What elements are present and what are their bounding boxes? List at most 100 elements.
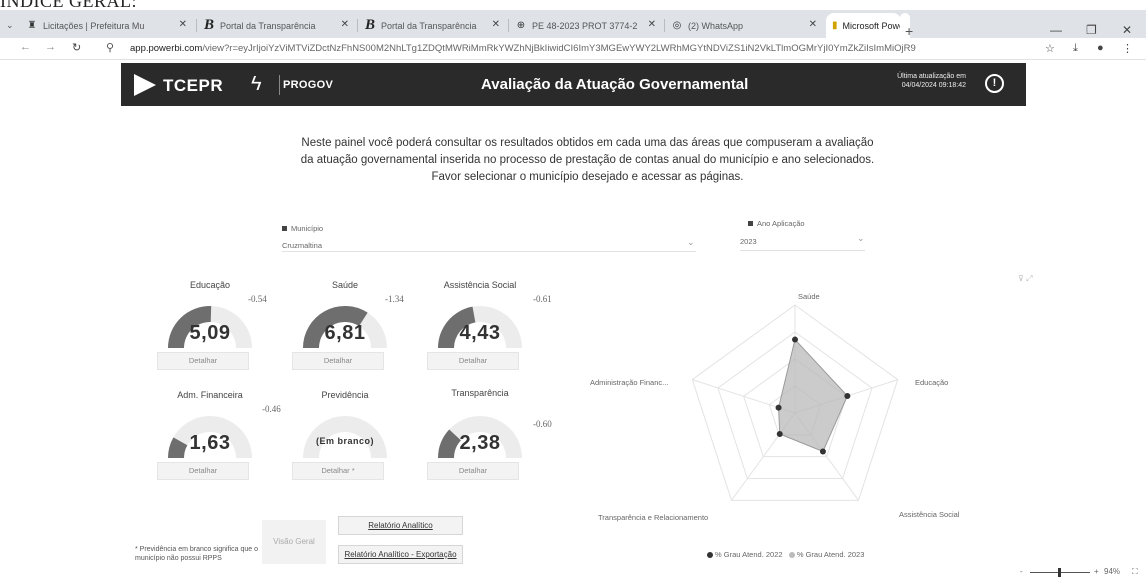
new-tab-icon[interactable]: + <box>905 23 913 39</box>
intro-text: Neste painel você poderá consultar os re… <box>245 135 930 186</box>
gauge-title: Transparência <box>451 388 509 398</box>
tab-whatsapp[interactable]: ◎ (2) WhatsApp ✕ <box>665 13 825 38</box>
slicer-label-text: Ano Aplicação <box>757 219 805 228</box>
ano-slicer[interactable]: 2023 <box>740 237 757 246</box>
report-title: Avaliação da Atuação Governamental <box>481 76 749 93</box>
detalhar-button[interactable]: Detalhar * <box>292 462 384 480</box>
last-update: Última atualização em 04/04/2024 09:18:4… <box>856 72 966 90</box>
radar-point[interactable] <box>775 404 782 411</box>
tab-licitacoes[interactable]: ♜ Licitações | Prefeitura Mu ✕ <box>20 13 195 38</box>
zoom-level: 94% <box>1104 567 1121 576</box>
gauge-value: 4,43 <box>459 322 501 344</box>
intro-line: Favor selecionar o município desejado e … <box>431 171 744 183</box>
tab-label: Microsoft Power BI <box>842 20 901 31</box>
tab-label: Portal da Transparência <box>220 20 316 31</box>
last-update-value: 04/04/2024 09:18:42 <box>901 82 966 89</box>
close-icon[interactable]: ✕ <box>648 19 656 30</box>
legend-dot-2023 <box>788 552 795 559</box>
close-icon[interactable]: ✕ <box>809 19 817 30</box>
gauge-delta: -0.61 <box>533 294 552 304</box>
menu-icon[interactable]: ⋮ <box>1122 42 1133 55</box>
url-field[interactable]: app.powerbi.com/view?r=eyJrIjoiYzViMTViZ… <box>130 40 920 57</box>
tcepr-logo-icon <box>134 74 156 96</box>
close-icon[interactable]: ✕ <box>492 19 500 30</box>
detalhar-button[interactable]: Detalhar <box>427 462 519 480</box>
detalhar-button[interactable]: Detalhar <box>292 352 384 370</box>
minimize-icon[interactable]: — <box>1050 23 1062 37</box>
fit-page-icon[interactable]: ⛶ <box>1132 567 1138 577</box>
radar-axis-label: Educação <box>915 378 949 387</box>
whatsapp-icon: ◎ <box>672 20 682 31</box>
detalhar-button[interactable]: Detalhar <box>157 352 249 370</box>
filter-icon[interactable]: ⊽ ⤢ <box>1018 274 1032 284</box>
ano-slicer-label: Ano Aplicação <box>748 219 805 228</box>
download-icon[interactable]: ⤓ <box>1073 42 1078 55</box>
legend-dot-2022 <box>707 552 713 559</box>
tab-label: Portal da Transparência <box>381 20 477 31</box>
radar-point[interactable] <box>776 430 783 437</box>
window-close-icon[interactable]: ✕ <box>1122 23 1132 37</box>
info-icon[interactable]: ! <box>985 74 1004 93</box>
radar-axis-label: Administração Financ... <box>590 378 669 387</box>
maximize-icon[interactable]: ❐ <box>1086 23 1097 37</box>
radar-point[interactable] <box>844 392 851 399</box>
brand-progov: PROGOV <box>283 79 334 91</box>
detalhar-button[interactable]: Detalhar <box>157 462 249 480</box>
last-update-label: Última atualização em <box>897 73 966 80</box>
radar-axis-label: Saúde <box>798 292 820 301</box>
report-header: TCEPR ϟ PROGOV Avaliação da Atuação Gove… <box>121 63 1026 106</box>
powerbi-icon: ▮ <box>832 20 838 31</box>
tab-label: (2) WhatsApp <box>688 20 744 31</box>
zoom-out-icon[interactable]: - <box>1020 567 1023 576</box>
municipio-slicer-label: Município <box>282 224 323 233</box>
tab-pe-48-2023[interactable]: ⊕ PE 48-2023 PROT 3774-2 ✕ <box>509 13 664 38</box>
brand-name: TCEPR <box>163 76 224 95</box>
detalhar-button[interactable]: Detalhar <box>427 352 519 370</box>
site-info-icon[interactable]: ⚲ <box>106 41 114 54</box>
url-host: app.powerbi.com <box>130 43 203 54</box>
radar-axis-label: Assistência Social <box>899 510 960 519</box>
gauge-arc <box>303 416 387 458</box>
relatorio-analitico-button[interactable]: Relatório Analítico <box>338 516 463 535</box>
radar-axis-label: Transparência e Relacionamento <box>598 513 709 522</box>
close-icon[interactable]: ✕ <box>341 19 349 30</box>
globe-icon: ⊕ <box>516 20 526 31</box>
back-icon[interactable]: ← <box>20 41 31 53</box>
tab-label: Licitações | Prefeitura Mu <box>43 20 145 31</box>
slicer-label-text: Município <box>291 224 324 233</box>
chevron-down-icon[interactable]: ⌄ <box>687 237 695 248</box>
tab-microsoft-power-bi[interactable]: ▮ Microsoft Power BI <box>826 13 901 38</box>
intro-line: da atuação governamental inserida no pro… <box>300 154 875 166</box>
url-path: /view?r=eyJrIjoiYzViMTViZDctNzFhNS00M2Nh… <box>202 43 916 54</box>
zoom-in-icon[interactable]: + <box>1094 567 1099 576</box>
footnote: * Previdência em branco significa que o … <box>135 546 258 562</box>
gauge-value: 5,09 <box>189 322 231 344</box>
gauge-value: 2,38 <box>459 432 501 454</box>
progov-logo-icon: ϟ <box>251 73 262 95</box>
gauge-value: (Em branco) <box>315 436 374 446</box>
chevron-down-icon[interactable]: ⌄ <box>857 233 865 244</box>
gauge-value: 1,63 <box>189 432 231 454</box>
radar-point[interactable] <box>819 448 826 455</box>
b-logo-icon: B <box>203 17 214 33</box>
tab-portal-transparencia-2[interactable]: B Portal da Transparência ✕ <box>358 13 508 38</box>
intro-line: Neste painel você poderá consultar os re… <box>301 137 874 149</box>
municipio-slicer[interactable]: Cruzmaltina <box>282 241 322 250</box>
legend-label: % Grau Atend. 2022 <box>715 550 783 559</box>
forward-icon[interactable]: → <box>45 41 56 53</box>
reload-icon[interactable]: ↻ <box>72 41 81 54</box>
close-icon[interactable]: ✕ <box>179 19 187 30</box>
shield-icon: ♜ <box>27 20 37 31</box>
zoom-slider-handle[interactable] <box>1058 568 1061 577</box>
gauge-delta: -0.60 <box>533 419 552 429</box>
bookmark-star-icon[interactable]: ☆ <box>1045 42 1055 55</box>
radar-point[interactable] <box>792 336 798 343</box>
tab-search-icon[interactable]: ⌄ <box>2 13 18 38</box>
tab-portal-transparencia-1[interactable]: B Portal da Transparência ✕ <box>197 13 357 38</box>
tab-label: PE 48-2023 PROT 3774-2 <box>532 20 638 31</box>
radar-legend: % Grau Atend. 2022 % Grau Atend. 2023 <box>707 550 864 559</box>
profile-icon[interactable]: ● <box>1097 42 1104 54</box>
b-logo-icon: B <box>364 17 375 33</box>
legend-label: % Grau Atend. 2023 <box>796 550 865 559</box>
relatorio-exportacao-button[interactable]: Relatório Analítico - Exportação <box>338 545 463 564</box>
